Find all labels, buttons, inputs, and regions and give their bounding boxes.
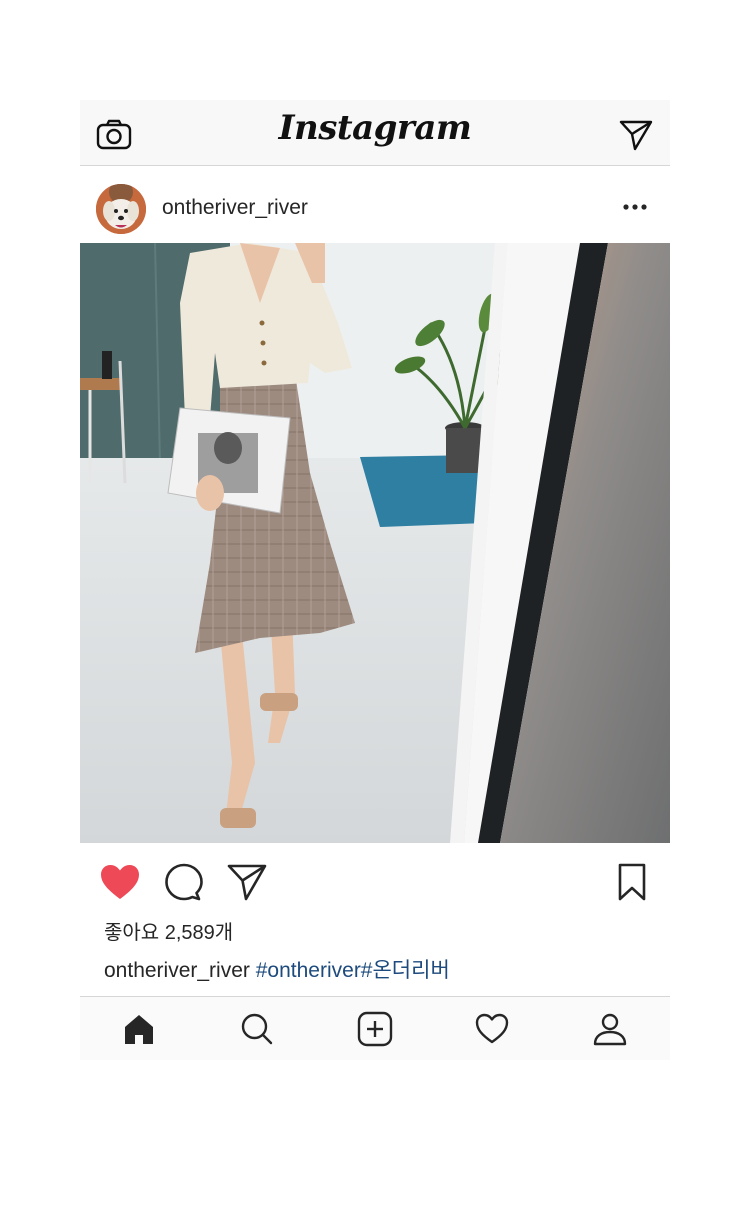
caption-hashtags[interactable]: #ontheriver#온더리버 bbox=[256, 959, 450, 982]
instagram-logo: Instagram bbox=[278, 108, 472, 148]
instagram-post-frame: Instagram ontheriver_river 좋아요 2,589개 on… bbox=[80, 100, 670, 1060]
post-actions bbox=[80, 843, 670, 919]
post-photo[interactable] bbox=[80, 243, 670, 843]
likes-count[interactable]: 좋아요 2,589개 bbox=[104, 916, 233, 945]
profile-icon[interactable] bbox=[592, 1011, 628, 1047]
add-post-icon[interactable] bbox=[357, 1011, 393, 1047]
search-icon[interactable] bbox=[239, 1011, 275, 1047]
caption-username[interactable]: ontheriver_river bbox=[104, 959, 250, 982]
post-caption: ontheriver_river #ontheriver#온더리버 bbox=[104, 954, 450, 984]
home-icon[interactable] bbox=[121, 1011, 157, 1047]
bookmark-icon[interactable] bbox=[610, 861, 654, 903]
avatar[interactable] bbox=[96, 184, 146, 234]
bottom-navigation-bar bbox=[80, 996, 670, 1060]
comment-icon[interactable] bbox=[162, 861, 206, 903]
dog-avatar-image bbox=[96, 184, 146, 234]
fashion-photo-illustration bbox=[80, 243, 670, 843]
top-navigation-bar: Instagram bbox=[80, 100, 670, 166]
heart-filled-icon[interactable] bbox=[98, 861, 142, 903]
activity-heart-icon[interactable] bbox=[474, 1011, 510, 1047]
direct-message-icon[interactable] bbox=[618, 118, 654, 152]
post-username[interactable]: ontheriver_river bbox=[162, 196, 308, 220]
more-options-icon[interactable] bbox=[622, 197, 648, 217]
post-header: ontheriver_river bbox=[80, 167, 670, 243]
send-icon[interactable] bbox=[225, 861, 269, 903]
